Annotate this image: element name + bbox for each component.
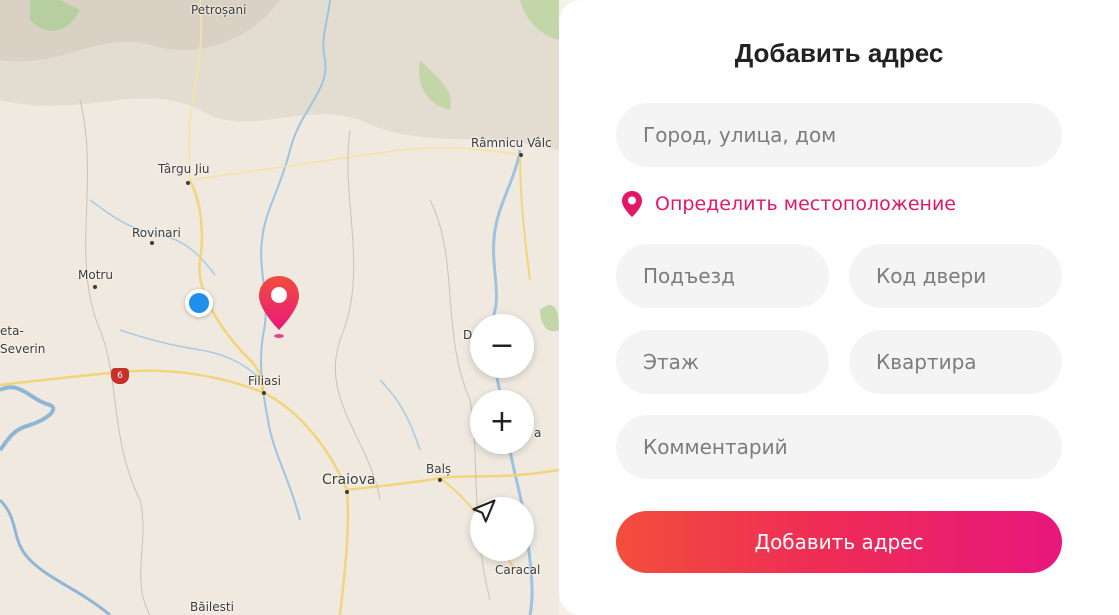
city-dot xyxy=(150,241,154,245)
address-form-panel: Добавить адрес Определить местоположение… xyxy=(559,0,1119,615)
road-shield-icon: 6 xyxy=(111,368,129,384)
city-label: Rovinari xyxy=(132,226,181,240)
city-dot xyxy=(438,478,442,482)
zoom-in-button[interactable]: + xyxy=(470,390,534,454)
city-label: eta- xyxy=(0,324,24,338)
city-dot xyxy=(519,153,523,157)
map-pin-icon[interactable] xyxy=(257,274,301,340)
floor-input[interactable] xyxy=(616,330,829,394)
address-input[interactable] xyxy=(616,103,1062,167)
city-label: Râmnicu Vâlc xyxy=(471,136,552,150)
add-address-button[interactable]: Добавить адрес xyxy=(616,511,1062,573)
plus-icon: + xyxy=(489,404,515,439)
navigation-arrow-icon xyxy=(472,499,496,523)
city-dot xyxy=(262,391,266,395)
city-label: Motru xyxy=(78,268,113,282)
city-label: Târgu Jiu xyxy=(158,162,210,176)
zoom-out-button[interactable]: − xyxy=(470,314,534,378)
city-label: Filiasi xyxy=(248,374,281,388)
door-code-input[interactable] xyxy=(849,244,1062,308)
city-label: Severin xyxy=(0,342,46,356)
apartment-input[interactable] xyxy=(849,330,1062,394)
city-label: Balș xyxy=(426,462,452,476)
user-location-icon xyxy=(185,289,213,317)
minus-icon: − xyxy=(489,328,515,363)
city-dot xyxy=(186,181,190,185)
my-location-button[interactable] xyxy=(470,497,534,561)
map-view[interactable]: Petroșani Râmnicu Vâlc Târgu Jiu Rovinar… xyxy=(0,0,559,615)
form-title: Добавить адрес xyxy=(734,38,944,68)
city-label: Băilesti xyxy=(190,600,234,614)
city-label: Petroșani xyxy=(191,3,247,17)
entrance-input[interactable] xyxy=(616,244,829,308)
detect-location-link[interactable]: Определить местоположение xyxy=(621,190,956,218)
location-pin-icon xyxy=(622,191,642,217)
detect-location-label: Определить местоположение xyxy=(655,193,956,215)
city-dot xyxy=(93,285,97,289)
city-label: Caracal xyxy=(495,563,541,577)
city-label: Craiova xyxy=(322,472,376,488)
city-label: a xyxy=(534,426,542,440)
comment-input[interactable] xyxy=(616,415,1062,479)
city-dot xyxy=(345,490,349,494)
